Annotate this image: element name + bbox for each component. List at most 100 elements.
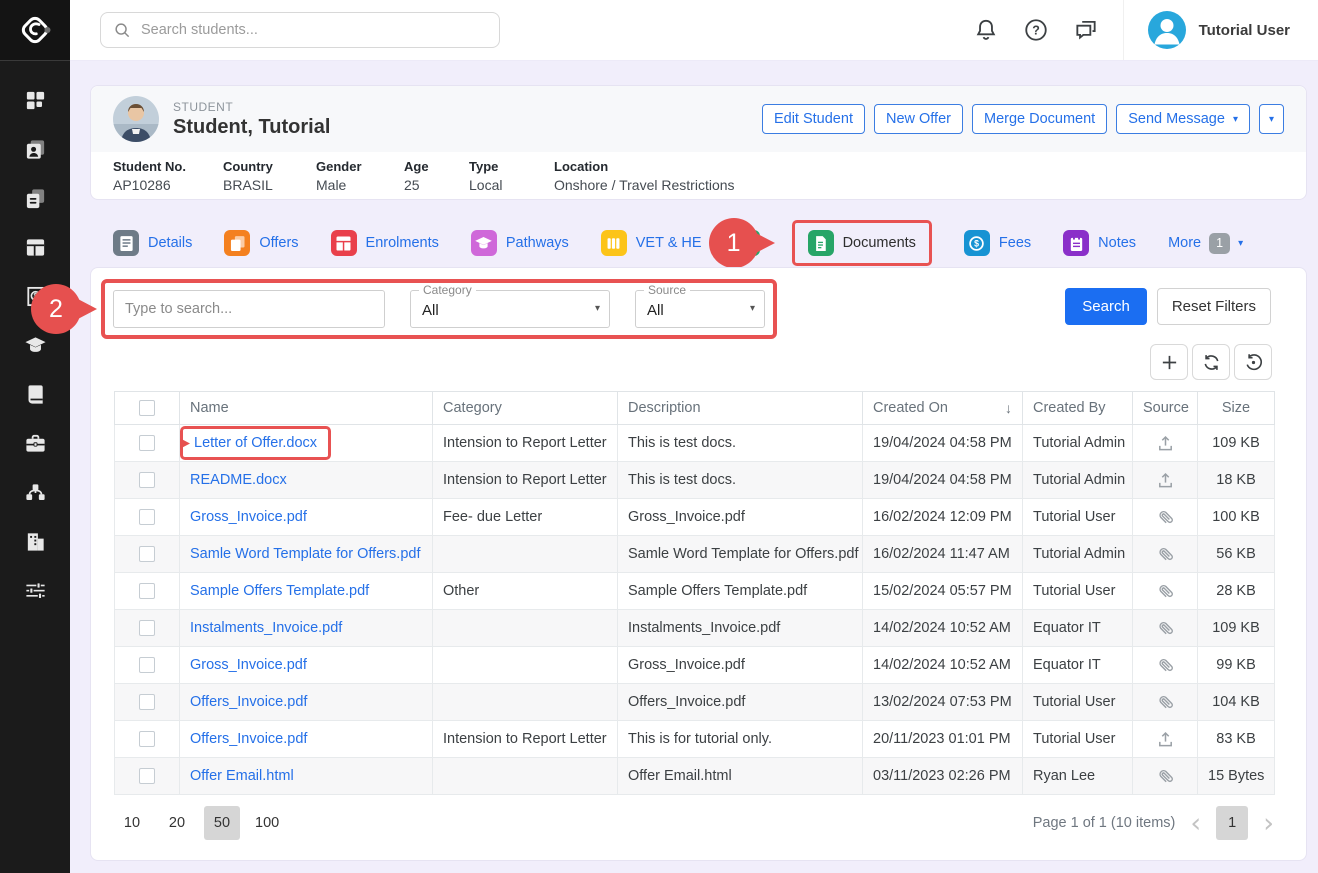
document-link[interactable]: README.docx (190, 472, 287, 488)
document-link[interactable]: Offers_Invoice.pdf (190, 694, 307, 710)
tab-documents[interactable]: Documents (808, 230, 916, 256)
table-row[interactable]: 3Letter of Offer.docxIntension to Report… (115, 425, 1275, 462)
row-checkbox[interactable] (139, 694, 155, 710)
document-link[interactable]: Offers_Invoice.pdf (190, 731, 307, 747)
tab-notes[interactable]: Notes (1063, 230, 1136, 256)
page-number-button[interactable]: 1 (1216, 806, 1248, 840)
notifications-icon[interactable] (973, 17, 999, 43)
table-row[interactable]: Offer Email.htmlOffer Email.html03/11/20… (115, 758, 1275, 795)
sort-descending-icon: ↓ (1005, 400, 1012, 416)
new-offer-button[interactable]: New Offer (874, 104, 963, 134)
table-row[interactable]: Instalments_Invoice.pdfInstalments_Invoi… (115, 610, 1275, 647)
tab-vet-he[interactable]: VET & HE (601, 230, 702, 256)
tab-more[interactable]: More1▾ (1168, 233, 1243, 254)
table-body: 3Letter of Offer.docxIntension to Report… (115, 425, 1275, 795)
sidebar-item-dashboard[interactable] (0, 76, 70, 125)
search-button[interactable]: Search (1065, 288, 1147, 325)
tab-pathways[interactable]: Pathways (471, 230, 569, 256)
services-icon (24, 432, 47, 455)
document-link[interactable]: Samle Word Template for Offers.pdf (190, 546, 421, 562)
merge-document-button[interactable]: Merge Document (972, 104, 1107, 134)
document-link[interactable]: Gross_Invoice.pdf (190, 509, 307, 525)
row-checkbox[interactable] (139, 435, 155, 451)
table-row[interactable]: Gross_Invoice.pdfGross_Invoice.pdf14/02/… (115, 647, 1275, 684)
row-checkbox[interactable] (139, 583, 155, 599)
column-header-select[interactable] (115, 392, 180, 425)
sidebar-item-offers[interactable] (0, 174, 70, 223)
column-header-created-on[interactable]: Created On↓ (863, 392, 1023, 425)
sidebar-item-enrolments[interactable] (0, 223, 70, 272)
student-card: STUDENT Student, Tutorial Edit StudentNe… (90, 85, 1307, 200)
document-description-cell: Samle Word Template for Offers.pdf (618, 536, 863, 573)
row-checkbox[interactable] (139, 620, 155, 636)
sidebar-item-settings[interactable] (0, 566, 70, 615)
page-size-10[interactable]: 10 (114, 806, 150, 840)
column-header-size[interactable]: Size (1198, 392, 1275, 425)
tab-details[interactable]: Details (113, 230, 192, 256)
next-page-icon[interactable]: › (1263, 810, 1274, 837)
prev-page-icon[interactable]: ‹ (1190, 810, 1201, 837)
document-link[interactable]: Gross_Invoice.pdf (190, 657, 307, 673)
tab-offers[interactable]: Offers (224, 230, 298, 256)
upload-icon (1156, 434, 1175, 453)
filter-actions: Search Reset Filters (1065, 288, 1271, 325)
row-checkbox[interactable] (139, 657, 155, 673)
row-checkbox[interactable] (139, 472, 155, 488)
sidebar-item-students[interactable] (0, 125, 70, 174)
document-search-input[interactable] (113, 290, 385, 328)
document-category-cell (433, 758, 618, 795)
row-checkbox[interactable] (139, 509, 155, 525)
column-header-description[interactable]: Description (618, 392, 863, 425)
chevron-down-icon: ▾ (750, 303, 755, 314)
page-size-100[interactable]: 100 (249, 806, 285, 840)
history-button[interactable] (1234, 344, 1272, 380)
row-checkbox[interactable] (139, 546, 155, 562)
student-detail-student-no-: Student No.AP10286 (113, 159, 223, 193)
search-input[interactable] (141, 22, 487, 38)
table-row[interactable]: Offers_Invoice.pdfIntension to Report Le… (115, 721, 1275, 758)
global-search[interactable] (100, 12, 500, 48)
send-message-button[interactable]: Send Message▾ (1116, 104, 1250, 134)
created-by-cell: Tutorial User (1023, 499, 1133, 536)
sidebar-item-courses[interactable] (0, 370, 70, 419)
row-checkbox[interactable] (139, 731, 155, 747)
table-row[interactable]: Sample Offers Template.pdfOtherSample Of… (115, 573, 1275, 610)
reset-filters-button[interactable]: Reset Filters (1157, 288, 1271, 325)
topbar-right: ? Tutorial User (973, 0, 1318, 60)
column-header-created-by[interactable]: Created By (1023, 392, 1133, 425)
table-row[interactable]: Gross_Invoice.pdfFee- due LetterGross_In… (115, 499, 1275, 536)
help-icon[interactable]: ? (1023, 17, 1049, 43)
sidebar-item-organisations[interactable] (0, 517, 70, 566)
category-select[interactable]: Category All ▾ (410, 290, 610, 328)
annotation-box-filters: 2 Category All ▾ Source All ▾ (101, 279, 777, 339)
refresh-button[interactable] (1192, 344, 1230, 380)
column-header-source[interactable]: Source (1133, 392, 1198, 425)
documents-panel: 2 Category All ▾ Source All ▾ Search Res… (90, 267, 1307, 861)
tab-fees[interactable]: $Fees (964, 230, 1031, 256)
table-row[interactable]: Offers_Invoice.pdfOffers_Invoice.pdf13/0… (115, 684, 1275, 721)
document-link[interactable]: Offer Email.html (190, 768, 294, 784)
tab-enrolments[interactable]: Enrolments (331, 230, 439, 256)
edit-student-button[interactable]: Edit Student (762, 104, 865, 134)
dashboard-icon (24, 89, 47, 112)
sidebar-item-agents[interactable] (0, 468, 70, 517)
more-actions-button[interactable]: ▾ (1259, 104, 1284, 134)
document-link[interactable]: Sample Offers Template.pdf (190, 583, 369, 599)
app-logo[interactable] (0, 0, 70, 61)
source-select[interactable]: Source All ▾ (635, 290, 765, 328)
sidebar-item-services[interactable] (0, 419, 70, 468)
add-document-button[interactable] (1150, 344, 1188, 380)
row-checkbox[interactable] (139, 768, 155, 784)
chat-icon[interactable] (1073, 17, 1099, 43)
document-link[interactable]: Instalments_Invoice.pdf (190, 620, 342, 636)
table-row[interactable]: Samle Word Template for Offers.pdf Samle … (115, 536, 1275, 573)
attachment-icon (1156, 656, 1175, 675)
column-header-category[interactable]: Category (433, 392, 618, 425)
select-all-checkbox[interactable] (139, 400, 155, 416)
document-link[interactable]: Letter of Offer.docx (194, 435, 317, 451)
page-size-50[interactable]: 50 (204, 806, 240, 840)
table-row[interactable]: README.docxIntension to Report LetterThi… (115, 462, 1275, 499)
user-menu[interactable]: Tutorial User (1124, 11, 1318, 49)
page-size-20[interactable]: 20 (159, 806, 195, 840)
column-header-name[interactable]: Name (180, 392, 433, 425)
